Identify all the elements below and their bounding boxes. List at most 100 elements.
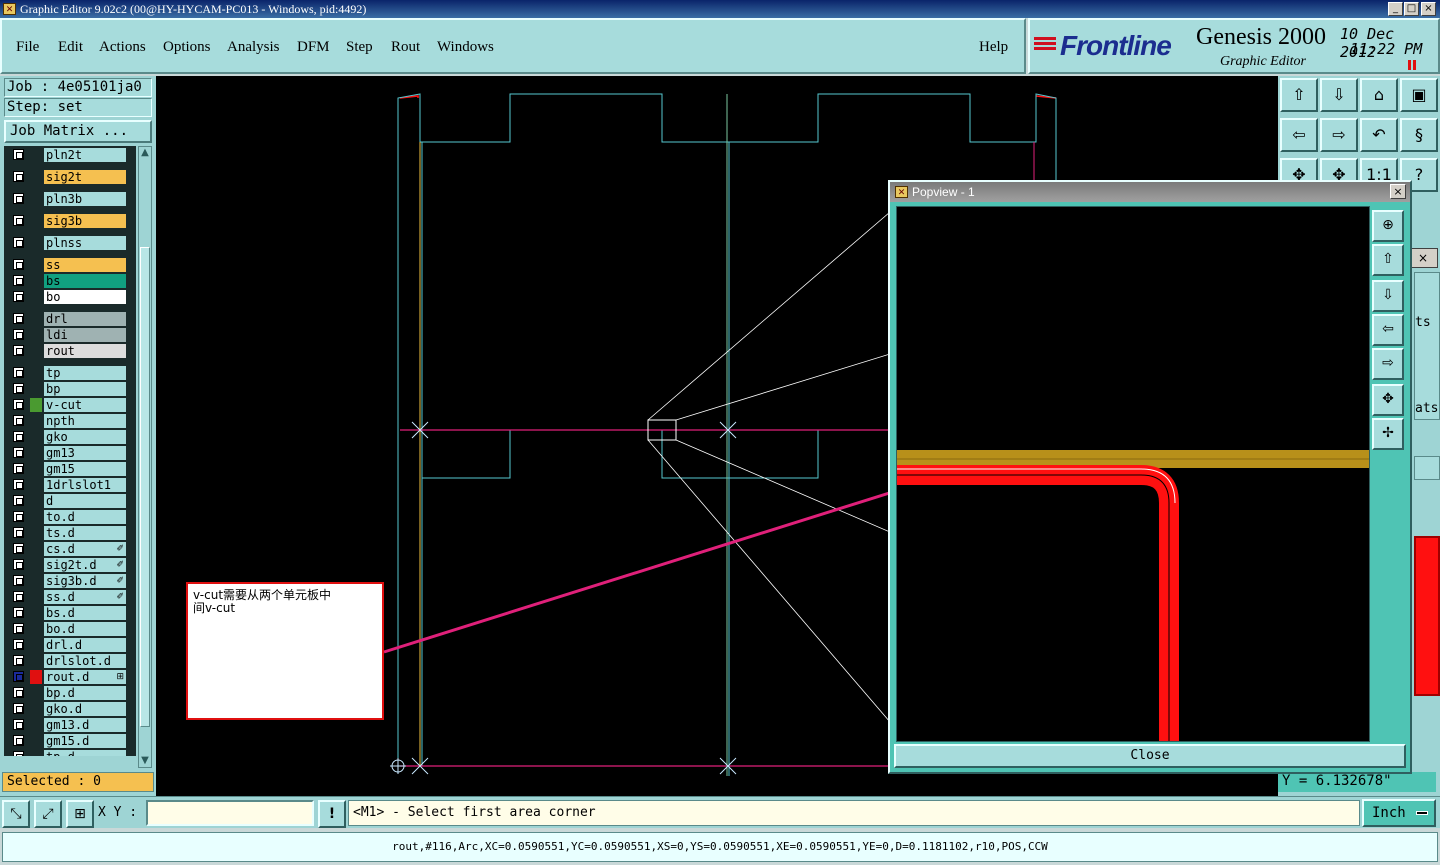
layer-name[interactable]: gm15 (44, 462, 126, 476)
pan-left-icon[interactable]: ⇦ (1280, 118, 1318, 152)
popview-right-icon[interactable]: ⇨ (1372, 348, 1404, 380)
layer-checkbox[interactable] (13, 215, 24, 226)
layer-checkbox[interactable] (13, 751, 24, 756)
layer-row[interactable]: drl.d (8, 638, 126, 652)
layer-row[interactable]: ss (8, 258, 126, 272)
close-window-button[interactable]: × (1421, 2, 1436, 16)
layer-row[interactable]: sig3b (8, 214, 126, 228)
layer-name[interactable]: bp.d (44, 686, 126, 700)
layer-name[interactable]: 1drlslot1 (44, 478, 126, 492)
layer-checkbox[interactable] (13, 383, 24, 394)
layer-row[interactable]: sig2t (8, 170, 126, 184)
popview-down-icon[interactable]: ⇩ (1372, 280, 1404, 312)
layer-name[interactable]: gko (44, 430, 126, 444)
layer-row[interactable]: gm15.d (8, 734, 126, 748)
layer-name[interactable]: rout.d ⊞ (44, 670, 126, 684)
menu-step[interactable]: Step (346, 39, 373, 56)
layer-row[interactable]: gm15 (8, 462, 126, 476)
layer-row[interactable]: bp.d (8, 686, 126, 700)
layer-row[interactable]: drlslot.d (8, 654, 126, 668)
layer-checkbox[interactable] (13, 171, 24, 182)
maximize-button[interactable]: □ (1404, 2, 1419, 16)
layer-name[interactable]: gm13.d (44, 718, 126, 732)
layer-list-scrollbar[interactable]: ▲ ▼ (138, 146, 152, 768)
layer-checkbox[interactable] (13, 543, 24, 554)
layer-name[interactable]: sig2t (44, 170, 126, 184)
layer-checkbox[interactable] (13, 431, 24, 442)
window-icon[interactable]: ▣ (1400, 78, 1438, 112)
pause-icon[interactable] (1408, 60, 1418, 70)
layer-name[interactable]: bs.d (44, 606, 126, 620)
layer-checkbox[interactable] (13, 399, 24, 410)
layer-name[interactable]: gm15.d (44, 734, 126, 748)
layer-checkbox[interactable] (13, 511, 24, 522)
layer-row[interactable]: tp (8, 366, 126, 380)
popview-center-icon[interactable]: ✢ (1372, 418, 1404, 450)
layer-checkbox[interactable] (13, 719, 24, 730)
layer-row[interactable]: bs (8, 274, 126, 288)
exclaim-button[interactable]: ! (318, 800, 346, 828)
layer-checkbox[interactable] (13, 259, 24, 270)
popview-close-button[interactable]: Close (894, 744, 1406, 768)
layer-checkbox[interactable] (13, 415, 24, 426)
popview-left-icon[interactable]: ⇦ (1372, 314, 1404, 346)
layer-name[interactable]: drl (44, 312, 126, 326)
menu-dfm[interactable]: DFM (297, 39, 330, 56)
layer-row[interactable]: bp (8, 382, 126, 396)
layer-name[interactable]: v-cut (44, 398, 126, 412)
layer-name[interactable]: bp (44, 382, 126, 396)
layer-name[interactable]: gm13 (44, 446, 126, 460)
layer-name[interactable]: tp.d (44, 750, 126, 756)
layer-checkbox[interactable] (13, 275, 24, 286)
pan-down-icon[interactable]: ⇩ (1320, 78, 1358, 112)
scroll-up-icon[interactable]: ▲ (139, 147, 151, 159)
layer-name[interactable]: ldi (44, 328, 126, 342)
layer-row[interactable]: ldi (8, 328, 126, 342)
layer-checkbox[interactable] (13, 655, 24, 666)
layer-row[interactable]: gko.d (8, 702, 126, 716)
layer-row[interactable]: tp.d (8, 750, 126, 756)
xy-input[interactable] (146, 800, 314, 826)
popview-canvas[interactable] (896, 206, 1370, 742)
minimize-button[interactable]: _ (1388, 2, 1403, 16)
layer-row[interactable]: 1drlslot1 (8, 478, 126, 492)
layer-name[interactable]: d (44, 494, 126, 508)
layer-row[interactable]: gm13.d (8, 718, 126, 732)
layer-name[interactable]: gko.d (44, 702, 126, 716)
layer-row[interactable]: cs.d ✐ (8, 542, 126, 556)
layer-row[interactable]: to.d (8, 510, 126, 524)
layer-checkbox[interactable] (13, 193, 24, 204)
scroll-down-icon[interactable]: ▼ (139, 755, 151, 767)
layer-name[interactable]: npth (44, 414, 126, 428)
popview-close-icon[interactable]: × (1390, 184, 1406, 199)
measure-icon[interactable]: ⤡ (2, 800, 30, 828)
unit-selector[interactable]: Inch (1362, 799, 1436, 827)
layer-checkbox[interactable] (13, 345, 24, 356)
layer-checkbox[interactable] (13, 149, 24, 160)
snap-toggle-icon[interactable]: ⤢ (34, 800, 62, 828)
layer-row[interactable]: bo.d (8, 622, 126, 636)
layer-checkbox[interactable] (13, 687, 24, 698)
layer-checkbox[interactable] (13, 559, 24, 570)
layer-row[interactable]: rout.d ⊞ (8, 670, 126, 684)
popview-up-icon[interactable]: ⇧ (1372, 244, 1404, 276)
layer-checkbox[interactable] (13, 313, 24, 324)
layer-row[interactable]: plnss (8, 236, 126, 250)
layer-name[interactable]: ss (44, 258, 126, 272)
menu-actions[interactable]: Actions (99, 39, 146, 56)
scroll-thumb[interactable] (140, 247, 150, 727)
layer-name[interactable]: plnss (44, 236, 126, 250)
layer-checkbox[interactable] (13, 237, 24, 248)
layer-name[interactable]: rout (44, 344, 126, 358)
layer-row[interactable]: gko (8, 430, 126, 444)
layer-row[interactable]: pln3b (8, 192, 126, 206)
menu-rout[interactable]: Rout (391, 39, 420, 56)
layer-name[interactable]: bs (44, 274, 126, 288)
close-panel-icon[interactable]: × (1408, 248, 1438, 268)
grid-icon[interactable]: ⊞ (66, 800, 94, 828)
layer-checkbox[interactable] (13, 607, 24, 618)
layer-name[interactable]: pln2t (44, 148, 126, 162)
layer-row[interactable]: sig2t.d ✐ (8, 558, 126, 572)
menu-options[interactable]: Options (163, 39, 211, 56)
layer-name[interactable]: sig3b (44, 214, 126, 228)
